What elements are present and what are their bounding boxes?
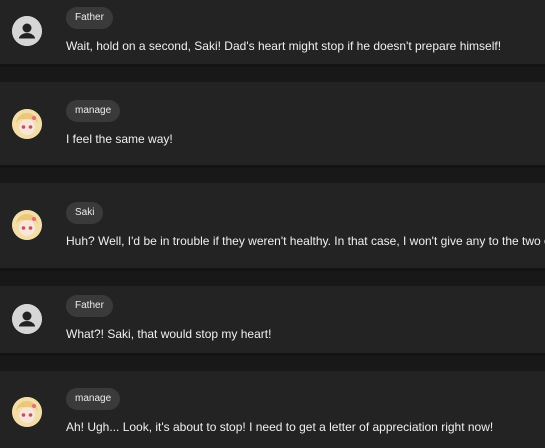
- message-card: Father Wait, hold on a second, Saki! Dad…: [0, 0, 545, 67]
- message-text: I feel the same way!: [66, 132, 173, 146]
- person-avatar-icon: [12, 16, 42, 46]
- message-text: Ah! Ugh... Look, it's about to stop! I n…: [66, 420, 494, 434]
- message-card: Saki Huh? Well, I'd be in trouble if the…: [0, 183, 545, 271]
- message-card: manage I feel the same way!: [0, 82, 545, 168]
- message-text: Huh? Well, I'd be in trouble if they wer…: [66, 234, 545, 248]
- message-card: Father What?! Saki, that would stop my h…: [0, 286, 545, 356]
- person-avatar-icon: [12, 304, 42, 334]
- anime-girl-avatar-icon: [12, 210, 42, 240]
- message-text: What?! Saki, that would stop my heart!: [66, 327, 272, 341]
- message-card: manage Ah! Ugh... Look, it's about to st…: [0, 371, 545, 448]
- speaker-tag[interactable]: Father: [66, 7, 113, 29]
- message-text: Wait, hold on a second, Saki! Dad's hear…: [66, 39, 502, 53]
- anime-girl-avatar-icon: [12, 109, 42, 139]
- chat-feed: Father Wait, hold on a second, Saki! Dad…: [0, 0, 545, 448]
- speaker-tag[interactable]: manage: [66, 388, 121, 410]
- speaker-tag[interactable]: manage: [66, 100, 121, 122]
- speaker-tag[interactable]: Saki: [66, 202, 104, 224]
- anime-girl-avatar-icon: [12, 397, 42, 427]
- speaker-tag[interactable]: Father: [66, 295, 113, 317]
